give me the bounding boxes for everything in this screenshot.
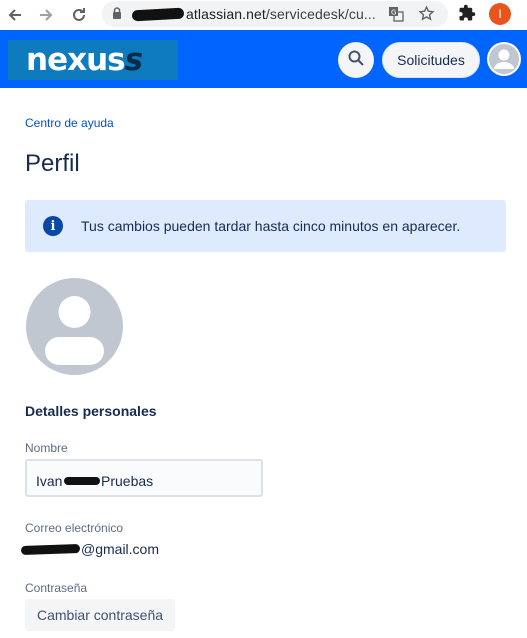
url-redaction [131,7,185,22]
url-text: atlassian.net/servicedesk/cu... [186,6,376,22]
app-header: nexuss Solicitudes [0,30,527,88]
email-label: Correo electrónico [25,521,124,535]
extensions-puzzle-icon[interactable] [458,4,476,27]
name-field[interactable]: Ivan Pruebas [25,459,263,497]
name-redaction [64,477,100,485]
email-value: @gmail.com [81,541,160,557]
name-first-value: Ivan [36,473,63,489]
requests-button[interactable]: Solicitudes [382,42,480,78]
name-last-value: Pruebas [101,473,154,489]
address-bar[interactable]: atlassian.net/servicedesk/cu... G [102,1,448,27]
nexus-logo[interactable]: nexuss [8,40,178,80]
user-avatar-icon [489,44,519,74]
search-icon [348,50,364,71]
default-avatar-icon [45,296,104,365]
forward-arrow-icon[interactable] [35,4,57,26]
personal-details-heading: Detalles personales [25,403,157,419]
info-banner: i Tus cambios pueden tardar hasta cinco … [25,200,506,252]
password-label: Contraseña [25,581,88,595]
profile-avatar[interactable] [26,278,123,375]
bookmark-star-icon[interactable] [418,5,435,27]
email-redaction [20,543,81,556]
reload-icon[interactable] [68,4,90,26]
name-label: Nombre [25,441,68,455]
page-title: Perfil [25,150,80,177]
breadcrumb-help-center[interactable]: Centro de ayuda [25,116,114,130]
browser-toolbar: atlassian.net/servicedesk/cu... G I [0,0,527,30]
browser-profile-avatar[interactable]: I [489,3,511,25]
lock-icon [112,7,122,25]
user-avatar-button[interactable] [487,42,521,76]
translate-icon[interactable]: G [388,6,404,27]
change-password-button[interactable]: Cambiar contraseña [25,599,175,631]
svg-text:G: G [391,9,396,17]
back-arrow-icon[interactable] [4,4,26,26]
search-button[interactable] [338,42,374,78]
info-icon: i [43,216,63,236]
info-banner-message: Tus cambios pueden tardar hasta cinco mi… [81,218,461,234]
